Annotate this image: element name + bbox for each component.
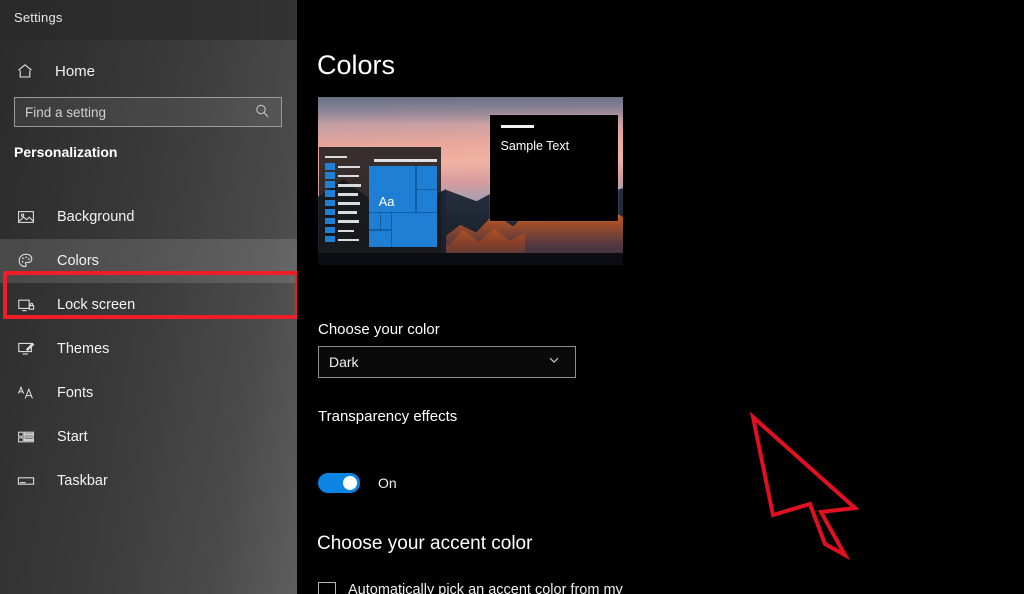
- lock-screen-icon: [17, 296, 35, 314]
- settings-window: Settings Home Find a setting Personaliza…: [0, 0, 1024, 594]
- taskbar-icon: [17, 472, 35, 490]
- preview-start-menu: Aa: [319, 147, 441, 254]
- sidebar-item-lock-screen[interactable]: Lock screen: [0, 283, 297, 327]
- preview-sample-text: Sample Text: [500, 138, 570, 153]
- transparency-state: On: [378, 475, 397, 491]
- transparency-toggle[interactable]: [318, 473, 360, 493]
- preview-tile-group-title: [373, 159, 438, 163]
- color-preview: Aa Sample Text: [318, 97, 623, 265]
- sidebar-nav-list: Background Colors Lock screen Themes Fon…: [0, 195, 297, 503]
- palette-icon: [17, 252, 35, 270]
- choose-color-label: Choose your color: [318, 321, 440, 338]
- page-title: Colors: [317, 50, 396, 80]
- sidebar-item-start-label: Start: [57, 429, 88, 445]
- search-icon[interactable]: [254, 103, 272, 121]
- preview-app-list: [325, 155, 362, 247]
- sidebar-item-themes-label: Themes: [57, 341, 110, 357]
- annotation-arrow-icon: [749, 412, 860, 561]
- sidebar-item-fonts-label: Fonts: [57, 385, 94, 401]
- sidebar-item-background-label: Background: [57, 209, 135, 225]
- themes-brush-icon: [17, 340, 35, 358]
- sidebar: Home Find a setting Personalization Back…: [0, 40, 299, 594]
- picture-icon: [17, 208, 35, 226]
- chevron-down-icon[interactable]: [547, 353, 565, 371]
- fonts-aa-icon: [17, 384, 35, 402]
- transparency-label: Transparency effects: [318, 408, 458, 425]
- sidebar-item-taskbar[interactable]: Taskbar: [0, 459, 297, 503]
- preview-taskbar: [318, 253, 623, 265]
- sidebar-item-home-label: Home: [55, 62, 96, 80]
- window-title: Settings: [14, 10, 63, 25]
- sidebar-item-fonts[interactable]: Fonts: [0, 371, 297, 415]
- main-content: Colors Aa Sample Text Choose your color …: [297, 40, 1024, 594]
- sidebar-item-taskbar-label: Taskbar: [57, 473, 108, 489]
- sidebar-item-colors-label: Colors: [57, 253, 99, 269]
- search-input[interactable]: Find a setting: [14, 97, 282, 127]
- toggle-knob: [343, 476, 357, 490]
- auto-accent-checkbox-row[interactable]: Automatically pick an accent color from …: [318, 580, 678, 594]
- sidebar-item-lock-screen-label: Lock screen: [57, 297, 136, 313]
- sidebar-item-home[interactable]: Home: [0, 53, 297, 89]
- preview-tile-text: Aa: [378, 193, 395, 209]
- choose-color-value: Dark: [329, 354, 359, 370]
- preview-tiles: Aa: [369, 166, 438, 247]
- search-placeholder: Find a setting: [25, 104, 107, 120]
- sidebar-item-colors[interactable]: Colors: [0, 239, 297, 283]
- auto-accent-label: Automatically pick an accent color from …: [348, 582, 623, 594]
- home-icon: [16, 62, 34, 80]
- start-grid-icon: [17, 428, 35, 446]
- preview-sample-window: Sample Text: [490, 115, 619, 222]
- sidebar-item-themes[interactable]: Themes: [0, 327, 297, 371]
- sidebar-item-start[interactable]: Start: [0, 415, 297, 459]
- accent-color-heading: Choose your accent color: [317, 533, 533, 554]
- preview-sample-window-titlebar: [500, 124, 534, 128]
- choose-color-dropdown[interactable]: Dark: [318, 346, 576, 378]
- sidebar-item-background[interactable]: Background: [0, 195, 297, 239]
- auto-accent-checkbox[interactable]: [318, 582, 336, 594]
- title-bar: Settings: [0, 0, 297, 40]
- transparency-toggle-row[interactable]: On: [318, 473, 397, 493]
- sidebar-section-title: Personalization: [14, 144, 118, 160]
